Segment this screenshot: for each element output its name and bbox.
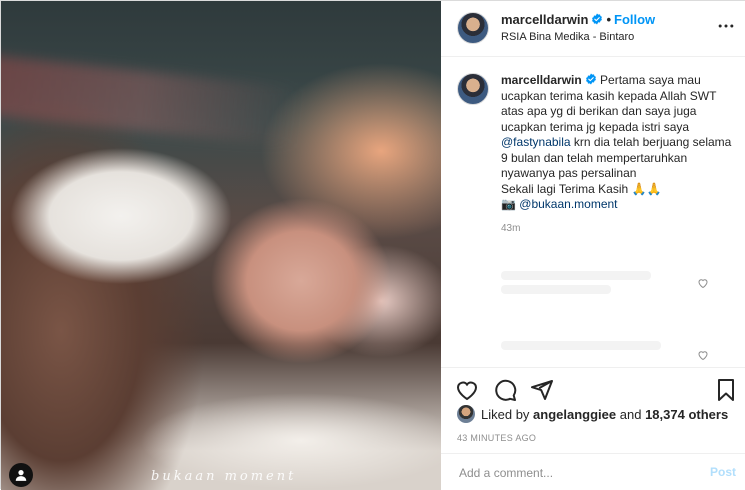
share-icon[interactable] (530, 378, 554, 402)
author-header-line: marcelldarwin • Follow (501, 12, 655, 27)
comment-like-heart-icon[interactable] (697, 277, 709, 289)
caption-username[interactable]: marcelldarwin (501, 73, 582, 87)
comment-placeholder-bar (501, 341, 661, 350)
caption-author-avatar[interactable] (457, 73, 489, 105)
caption-section: marcelldarwin Pertama saya mau ucapkan t… (441, 57, 745, 367)
comment-like-heart-icon[interactable] (697, 349, 709, 361)
action-bar (441, 367, 745, 407)
author-username[interactable]: marcelldarwin (501, 12, 588, 27)
instagram-post: bukaan moment marcelldarwin • Follow RSIA … (0, 0, 745, 490)
separator-dot: • (606, 12, 611, 27)
verified-badge-icon (585, 73, 596, 85)
likes-summary: Liked by angelanggiee and 18,374 others (457, 405, 728, 423)
likes-prefix: Liked by (481, 406, 530, 422)
add-comment-bar: Post (441, 453, 745, 490)
verified-badge-icon (592, 13, 603, 25)
comment-placeholder-row (457, 339, 727, 365)
heart-icon[interactable] (455, 378, 479, 402)
post-location[interactable]: RSIA Bina Medika - Bintaro (501, 31, 634, 43)
more-options-icon[interactable] (716, 18, 736, 34)
caption-text: marcelldarwin Pertama saya mau ucapkan t… (501, 73, 732, 213)
post-photo[interactable]: bukaan moment (1, 1, 441, 490)
caption-timestamp: 43m (501, 222, 521, 234)
likes-middle: and (619, 406, 642, 422)
bookmark-icon[interactable] (714, 378, 738, 402)
comment-icon[interactable] (493, 378, 517, 402)
post-header: marcelldarwin • Follow RSIA Bina Medika - … (441, 1, 745, 57)
user-tag-icon (15, 470, 27, 481)
caption-mention-fastynabila[interactable]: @fastynabila (501, 135, 571, 149)
likes-count[interactable]: 18,374 others (645, 407, 728, 422)
author-avatar[interactable] (457, 12, 489, 44)
photo-watermark: bukaan moment (151, 469, 297, 484)
comment-placeholder-bar (501, 285, 611, 294)
post-comment-button[interactable]: Post (710, 465, 736, 479)
post-timestamp[interactable]: 43 MINUTES AGO (457, 433, 536, 443)
caption-mention-bukaan-moment[interactable]: @bukaan.moment (519, 197, 617, 211)
tagged-users-button[interactable] (9, 463, 33, 487)
liker-username[interactable]: angelanggiee (533, 407, 616, 422)
post-sidebar: marcelldarwin • Follow RSIA Bina Medika - … (441, 1, 745, 490)
liker-avatar[interactable] (457, 405, 475, 423)
comment-placeholder-row (457, 267, 727, 294)
follow-button[interactable]: Follow (614, 12, 655, 27)
comment-input[interactable] (457, 462, 691, 484)
comment-placeholder-bar (501, 271, 651, 280)
